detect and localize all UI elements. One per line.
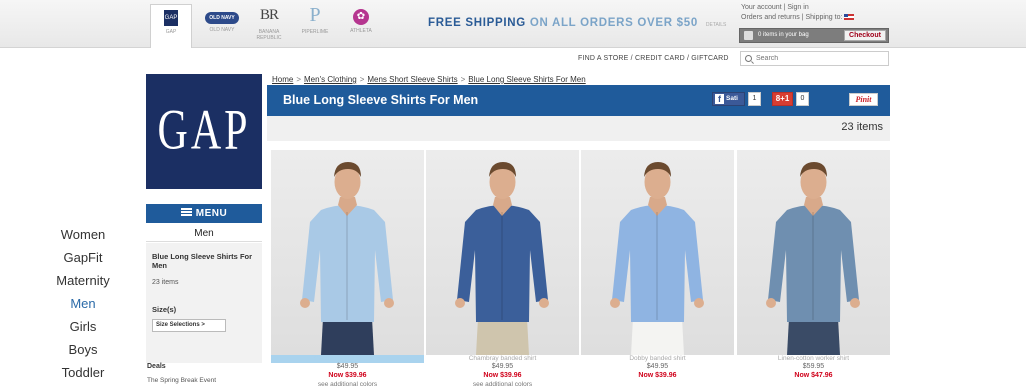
menu-category[interactable]: Men <box>146 225 262 242</box>
product-name[interactable]: Chambray banded shirt <box>271 355 424 363</box>
additional-colors-link[interactable]: see additional colors <box>426 381 579 389</box>
deals-link[interactable]: The Spring Break Event <box>147 377 216 384</box>
dept-maternity[interactable]: Maternity <box>50 272 116 295</box>
banana-republic-brand-logo: BR <box>259 7 279 23</box>
dept-girls[interactable]: Girls <box>50 318 116 341</box>
refine-item-count: 23 items <box>152 279 179 286</box>
dept-gapfit[interactable]: GapFit <box>50 249 116 272</box>
account-sign-in-link[interactable]: Your account | Sign in <box>741 3 854 13</box>
breadcrumb-current[interactable]: Blue Long Sleeve Shirts For Men <box>468 75 585 84</box>
product-name[interactable]: Linen-cotton worker shirt <box>737 355 890 363</box>
deals-heading: Deals <box>147 363 166 370</box>
us-flag-icon[interactable] <box>844 14 855 21</box>
menu-button[interactable]: MENU <box>146 204 262 223</box>
gap-brand-logo: GAP <box>164 10 178 26</box>
brand-tab-banana-republic[interactable]: BR BANANA REPUBLIC <box>248 4 290 44</box>
product-sale-price: Now $47.96 <box>794 372 833 379</box>
facebook-count: 1 <box>748 92 761 106</box>
additional-colors-link[interactable]: see additional colors <box>271 381 424 389</box>
search-input[interactable] <box>756 53 886 64</box>
dept-women[interactable]: Women <box>50 226 116 249</box>
product-sale-price: Now $39.96 <box>328 372 367 379</box>
facebook-like-button[interactable]: Sati <box>712 92 745 106</box>
utility-links[interactable]: FIND A STORE / CREDIT CARD / GIFTCARD <box>578 55 729 62</box>
brand-name: OLD NAVY <box>209 27 235 33</box>
refine-category-title: Blue Long Sleeve Shirts For Men <box>152 252 253 270</box>
page-title: Blue Long Sleeve Shirts For Men <box>283 93 479 107</box>
product-price: $49.95 <box>336 363 359 370</box>
product-image[interactable] <box>271 150 424 355</box>
search-icon[interactable] <box>745 55 752 62</box>
bag-item-count: 0 items in your bag <box>758 32 809 38</box>
promo-free-shipping: FREE SHIPPING <box>428 17 526 29</box>
brand-name: ATHLETA <box>350 28 372 34</box>
product-price: $59.95 <box>802 363 825 370</box>
product-sale-price: Now $39.96 <box>483 372 522 379</box>
pinterest-pin-button[interactable]: Pinit <box>849 93 878 106</box>
model-photo <box>300 162 394 355</box>
breadcrumb-short-sleeve[interactable]: Mens Short Sleeve Shirts <box>367 75 457 84</box>
gap-logo[interactable]: GAP <box>146 74 262 189</box>
product-name[interactable]: Chambray banded shirt <box>426 355 579 363</box>
brand-name: GAP <box>165 29 177 35</box>
breadcrumb-separator: > <box>460 75 466 84</box>
gap-logo-text: GAP <box>157 99 251 162</box>
refine-panel: Blue Long Sleeve Shirts For Men 23 items… <box>146 243 262 363</box>
dept-men[interactable]: Men <box>50 295 116 318</box>
brand-name: PIPERLIME <box>301 29 329 35</box>
promo-condition: ON ALL ORDERS OVER $50 <box>529 17 698 29</box>
menu-label: MENU <box>195 208 228 219</box>
orders-returns-link[interactable]: Orders and returns | Shipping to: <box>741 14 842 21</box>
brand-name: BANANA REPUBLIC <box>256 29 282 41</box>
search-box[interactable] <box>740 51 889 66</box>
product-image[interactable] <box>737 150 890 355</box>
piperlime-brand-logo: P <box>309 4 321 26</box>
size-filter-label: Size(s) <box>152 305 177 314</box>
model-photo <box>455 162 549 355</box>
orders-shipping-line[interactable]: Orders and returns | Shipping to: <box>741 13 855 23</box>
breadcrumb-separator: > <box>359 75 365 84</box>
breadcrumb-mens-clothing[interactable]: Men's Clothing <box>304 75 357 84</box>
breadcrumb: Home > Men's Clothing > Mens Short Sleeve Sh… <box>272 75 586 84</box>
old-navy-brand-logo: OLD NAVY <box>205 12 239 24</box>
brand-tab-athleta[interactable]: ✿ ATHLETA <box>340 4 382 44</box>
hamburger-icon <box>180 208 192 216</box>
google-plus-button[interactable]: 8+1 <box>772 92 793 106</box>
shopping-bag-icon <box>744 31 753 40</box>
promo-details-link[interactable]: DETAILS <box>706 22 726 28</box>
size-selections-button[interactable]: Size Selections > <box>152 319 226 332</box>
google-plus-count: 0 <box>796 92 809 106</box>
athleta-flower-icon: ✿ <box>353 9 369 25</box>
department-nav: Women GapFit Maternity Men Girls Boys To… <box>50 226 116 387</box>
model-photo <box>766 162 860 355</box>
dept-boys[interactable]: Boys <box>50 341 116 364</box>
results-bar: 23 items <box>267 116 890 141</box>
model-photo <box>610 162 704 355</box>
product-price: $49.95 <box>646 363 669 370</box>
dept-toddler[interactable]: Toddler <box>50 364 116 387</box>
product-sale-price: Now $39.96 <box>638 372 677 379</box>
product-name[interactable]: Dobby banded shirt <box>581 355 734 363</box>
brand-tab-old-navy[interactable]: OLD NAVY OLD NAVY <box>198 4 246 44</box>
product-image[interactable] <box>581 150 734 355</box>
free-shipping-banner[interactable]: FREE SHIPPING ON ALL ORDERS OVER $50 DET… <box>428 17 726 29</box>
brand-tab-gap[interactable]: GAP GAP <box>150 4 192 48</box>
results-count: 23 items <box>841 121 883 133</box>
brand-bar: GAP GAP OLD NAVY OLD NAVY BR BANANA REPU… <box>0 0 1026 48</box>
breadcrumb-separator: > <box>296 75 302 84</box>
brand-tab-piperlime[interactable]: P PIPERLIME <box>294 4 336 44</box>
product-price: $49.95 <box>491 363 514 370</box>
product-image[interactable] <box>426 150 579 355</box>
checkout-button[interactable]: Checkout <box>844 30 886 41</box>
account-links: Your account | Sign in Orders and return… <box>741 3 855 23</box>
shopping-bag-bar[interactable]: 0 items in your bag Checkout <box>739 28 889 43</box>
breadcrumb-home[interactable]: Home <box>272 75 293 84</box>
page-title-bar: Blue Long Sleeve Shirts For Men Sati 1 8… <box>267 85 890 116</box>
